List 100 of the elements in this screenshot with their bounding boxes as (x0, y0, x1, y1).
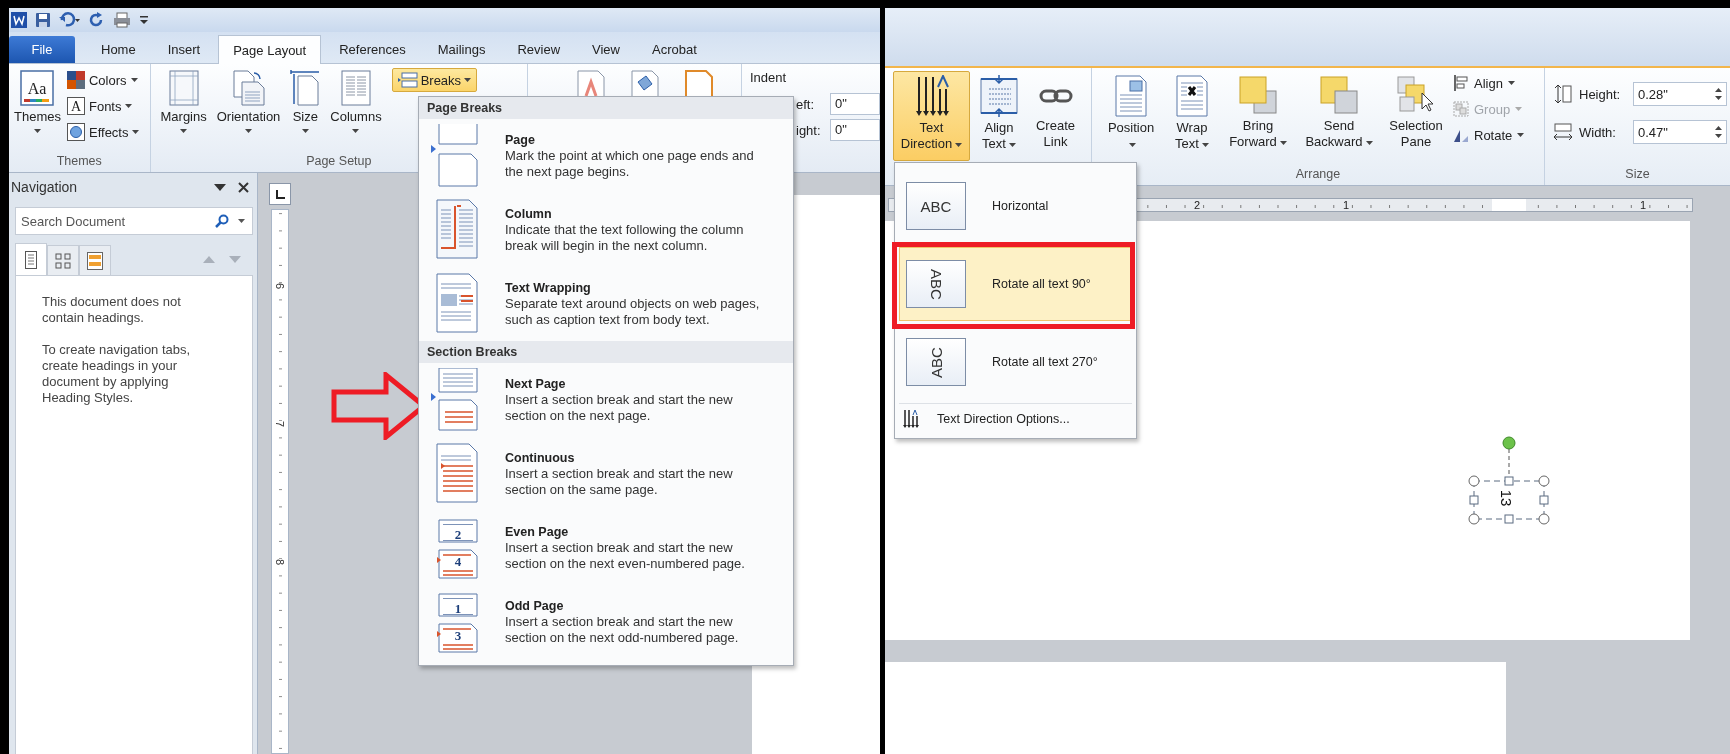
size-field[interactable]: 0.47" (1633, 120, 1727, 144)
menu-item-description: Insert a section break and start the new section on the next page. (505, 392, 734, 424)
caret-icon (125, 104, 133, 108)
page-setup-button[interactable]: Margins (158, 68, 209, 135)
caret-icon (352, 129, 360, 133)
menu-item[interactable]: Next Page Insert a section break and start the new section on the next page. (419, 363, 793, 437)
group-icon (1453, 101, 1469, 117)
text-box-text: 13 (1497, 489, 1516, 507)
menu-item[interactable]: ABC Horizontal (899, 169, 1132, 243)
menu-item[interactable]: ABC Rotate all text 270° (899, 325, 1132, 399)
menu-item[interactable]: 1 3 Odd Page Insert a section break and start the new section on the next odd-numbered page. (419, 585, 793, 659)
caret-icon (1515, 107, 1523, 111)
preview-tile: ABC (906, 260, 966, 308)
ribbon-button[interactable]: Text Direction (893, 71, 970, 161)
menu-item[interactable]: 2 4 Even Page Insert a section break and start the new section on the next even-numbered page. (419, 511, 793, 585)
text-direction-icon (914, 75, 949, 117)
color-swatch-icon (66, 71, 85, 89)
menu-item[interactable]: Text Direction Options... (899, 403, 1132, 434)
menu-item-title: Column (505, 206, 553, 222)
spinner-icon[interactable] (1715, 125, 1722, 139)
theme-option-button[interactable]: Colors (66, 70, 140, 90)
redo-icon[interactable] (89, 12, 105, 28)
spinner-icon[interactable] (1715, 87, 1722, 101)
ribbon-tab[interactable]: Insert (153, 36, 215, 63)
field-label: eft: (796, 96, 816, 112)
ribbon-button[interactable]: Bring Forward (1222, 71, 1294, 155)
columns-icon (341, 70, 371, 106)
ruler-number: 1 (1639, 199, 1648, 211)
page-setup-button[interactable]: Columns (328, 68, 384, 135)
ribbon-button[interactable]: Send Backward (1299, 71, 1379, 155)
pane-title: Navigation (11, 179, 79, 195)
caret-icon (180, 129, 188, 133)
nav-tab[interactable] (15, 243, 47, 275)
ribbon-tab[interactable]: File (9, 36, 75, 63)
send-backward-icon (1319, 75, 1359, 115)
menu-item[interactable]: Continuous Insert a section break and start the new section on the same page. (419, 437, 793, 511)
theme-option-button[interactable]: Effects (66, 122, 140, 142)
themes-icon: Aa (20, 70, 55, 106)
ribbon-button[interactable]: Align Text (975, 71, 1023, 157)
ruler-indent-marker[interactable] (1492, 199, 1526, 211)
page-setup-button[interactable]: Size (288, 68, 323, 135)
search-icon[interactable] (215, 214, 229, 228)
menu-item[interactable]: ABC Rotate all text 90° (899, 247, 1132, 321)
menu-item[interactable]: Text Wrapping Separate text around objects on web pages, such as caption text from body text. (419, 267, 793, 341)
ribbon-tab[interactable]: View (578, 36, 634, 63)
ribbon-button[interactable]: Position (1100, 71, 1162, 157)
align-text-icon (979, 75, 1019, 117)
margins-icon (168, 70, 199, 106)
breaks-button[interactable]: Breaks (391, 68, 478, 92)
group-label: Size (1625, 166, 1650, 183)
menu-item[interactable]: Page Mark the point at which one page ends and the next page begins. (419, 119, 793, 193)
ribbon-tab[interactable]: Home (87, 36, 150, 63)
tab-selector[interactable] (269, 183, 291, 205)
caret-icon (955, 142, 963, 147)
menu-item-title: Next Page (505, 376, 567, 392)
menu-item-description: Separate text around objects on web pages, such as caption text from body text. (505, 296, 761, 328)
customize-menu-icon[interactable] (139, 14, 149, 26)
pane-menu-icon[interactable] (214, 183, 226, 191)
ribbon-tab[interactable]: Acrobat (637, 36, 711, 63)
small-ribbon-button[interactable]: Align (1453, 73, 1525, 93)
ruler-number: 7 (274, 420, 286, 428)
print-icon[interactable] (113, 12, 131, 28)
ribbon-button[interactable]: Selection Pane (1384, 71, 1448, 155)
themes-button[interactable]: Aa Themes (12, 68, 63, 135)
ribbon-tab[interactable]: Page Layout (218, 35, 322, 64)
ribbon-tab[interactable]: References (325, 36, 420, 63)
ruler-number: 1 (1342, 199, 1351, 211)
ruler-number: 8 (274, 558, 286, 566)
undo-icon[interactable] (59, 12, 81, 28)
caret-icon (132, 130, 140, 134)
bring-forward-icon (1238, 75, 1278, 115)
ribbon-button[interactable]: Create Link (1028, 71, 1083, 155)
group-label: Page Setup (306, 153, 372, 170)
save-icon[interactable] (35, 12, 51, 28)
caret-icon (464, 78, 472, 82)
selection-pane-icon (1396, 75, 1436, 115)
caret-icon[interactable] (238, 219, 245, 223)
menu-item[interactable]: Column Indicate that the text following the column break will begin in the next column. (419, 193, 793, 267)
page-setup-button[interactable]: Orientation (214, 68, 283, 135)
indent-field[interactable]: 0" (830, 93, 880, 115)
ribbon-button[interactable]: Wrap Text (1167, 71, 1217, 157)
ribbon-tab[interactable]: Mailings (423, 36, 500, 63)
info-text: This document does not contain headings. (42, 294, 182, 326)
small-ribbon-button[interactable]: Rotate (1453, 125, 1525, 145)
caret-icon (1008, 142, 1016, 147)
ribbon-tab[interactable]: Review (503, 36, 574, 63)
text-direction-icon (903, 409, 921, 429)
indent-field[interactable]: 0" (830, 119, 880, 141)
group-label: Themes (56, 153, 102, 170)
caret-icon (1129, 142, 1136, 147)
width-icon (1553, 122, 1573, 142)
effects-icon (66, 123, 85, 141)
close-icon[interactable] (238, 181, 249, 193)
search-field[interactable]: Search Document (15, 207, 253, 235)
menu-item-description: Insert a section break and start the new section on the same page. (505, 466, 734, 498)
nav-tab[interactable] (79, 245, 111, 275)
size-field[interactable]: 0.28" (1633, 82, 1727, 106)
height-icon (1553, 84, 1573, 104)
ruler-number: 6 (274, 282, 286, 290)
theme-option-button[interactable]: A Fonts (66, 96, 140, 116)
